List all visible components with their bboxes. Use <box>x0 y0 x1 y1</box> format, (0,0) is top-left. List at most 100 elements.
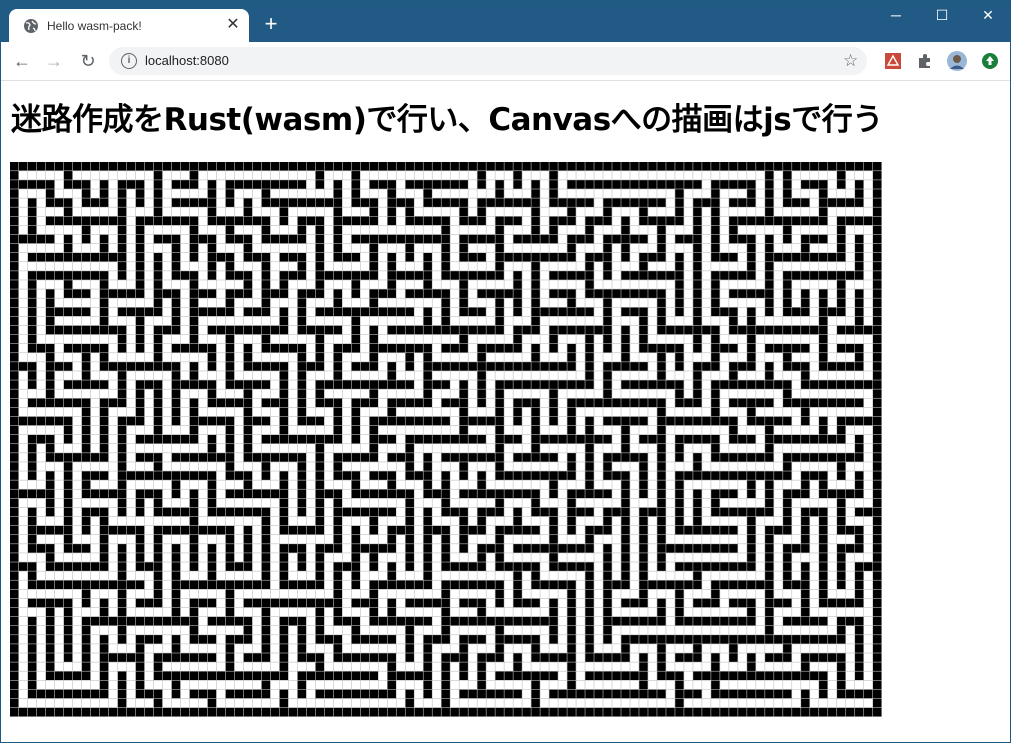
maze-wall-cell <box>693 434 702 444</box>
maze-path-cell <box>126 589 136 599</box>
maze-path-cell <box>180 307 190 317</box>
maze-path-cell <box>711 553 720 562</box>
maze-path-cell <box>153 516 163 526</box>
maze-wall-cell <box>396 416 405 426</box>
pdf-extension-icon[interactable] <box>884 52 902 70</box>
maze-wall-cell <box>801 216 810 226</box>
maze-wall-cell <box>819 362 828 371</box>
extensions-puzzle-icon[interactable] <box>916 52 934 70</box>
maze-path-cell <box>36 198 46 207</box>
maze-wall-cell <box>10 434 19 444</box>
maze-path-cell <box>864 607 873 617</box>
maze-path-cell <box>468 243 477 253</box>
maze-path-cell <box>63 553 73 562</box>
maze-path-cell <box>81 243 91 253</box>
profile-avatar[interactable] <box>947 51 967 71</box>
maze-wall-cell <box>666 271 675 280</box>
maze-path-cell <box>864 298 873 307</box>
maze-path-cell <box>54 498 64 508</box>
maze-wall-cell <box>135 189 145 198</box>
maze-wall-cell <box>369 434 378 444</box>
maze-wall-cell <box>576 380 585 389</box>
maze-wall-cell <box>873 225 882 235</box>
maze-wall-cell <box>693 316 702 326</box>
maze-wall-cell <box>27 216 37 226</box>
minimize-button[interactable]: ─ <box>873 5 919 25</box>
maze-wall-cell <box>639 325 648 335</box>
back-button[interactable]: ← <box>11 50 33 72</box>
maze-wall-cell <box>468 616 477 626</box>
close-window-button[interactable]: ✕ <box>965 5 1011 25</box>
address-bar[interactable]: i localhost:8080 ☆ <box>109 47 867 75</box>
maze-path-cell <box>18 407 28 417</box>
maze-path-cell <box>558 462 567 471</box>
maze-wall-cell <box>873 616 882 626</box>
maze-path-cell <box>522 180 531 189</box>
maze-wall-cell <box>567 198 576 207</box>
maze-wall-cell <box>621 243 630 253</box>
url-text[interactable]: localhost:8080 <box>145 53 229 68</box>
maze-wall-cell <box>495 307 504 317</box>
maze-path-cell <box>180 262 190 271</box>
maze-path-cell <box>594 271 603 280</box>
maze-path-cell <box>522 434 531 444</box>
forward-button[interactable]: → <box>43 50 65 72</box>
maze-wall-cell <box>333 207 343 216</box>
maze-path-cell <box>90 243 100 253</box>
maze-wall-cell <box>198 289 208 298</box>
maze-wall-cell <box>639 525 648 535</box>
new-tab-button[interactable]: + <box>261 13 281 35</box>
maze-path-cell <box>72 444 82 453</box>
maze-wall-cell <box>171 453 181 462</box>
maximize-button[interactable]: ☐ <box>919 5 965 25</box>
maze-wall-cell <box>99 489 109 499</box>
maze-wall-cell <box>513 362 522 371</box>
maze-path-cell <box>486 371 495 380</box>
maze-path-cell <box>234 453 244 462</box>
maze-wall-cell <box>549 289 558 298</box>
maze-path-cell <box>774 489 783 499</box>
maze-wall-cell <box>639 416 648 426</box>
maze-path-cell <box>414 607 423 617</box>
maze-wall-cell <box>801 562 810 571</box>
maze-path-cell <box>594 171 603 180</box>
maze-path-cell <box>621 280 630 289</box>
update-icon[interactable] <box>981 52 999 70</box>
maze-wall-cell <box>117 271 127 280</box>
maze-path-cell <box>18 198 28 207</box>
maze-wall-cell <box>621 580 630 590</box>
info-icon[interactable]: i <box>121 53 137 69</box>
maze-wall-cell <box>324 398 334 408</box>
maze-wall-cell <box>351 162 360 171</box>
maze-path-cell <box>432 607 441 617</box>
maze-wall-cell <box>495 471 504 480</box>
maze-path-cell <box>207 298 217 307</box>
browser-tab[interactable]: Hello wasm-pack! ✕ <box>9 9 249 42</box>
maze-wall-cell <box>513 162 522 171</box>
maze-wall-cell <box>423 416 432 426</box>
maze-wall-cell <box>225 371 235 380</box>
maze-path-cell <box>720 516 729 526</box>
maze-wall-cell <box>531 453 540 462</box>
maze-path-cell <box>54 234 64 244</box>
maze-path-cell <box>522 425 531 435</box>
maze-path-cell <box>720 589 729 599</box>
reload-button[interactable]: ↻ <box>77 50 99 72</box>
maze-path-cell <box>558 389 567 398</box>
maze-path-cell <box>549 316 558 326</box>
bookmark-star-icon[interactable]: ☆ <box>843 51 858 71</box>
maze-wall-cell <box>495 262 504 271</box>
maze-wall-cell <box>333 325 343 335</box>
maze-path-cell <box>549 425 558 435</box>
maze-wall-cell <box>261 598 271 608</box>
maze-wall-cell <box>810 216 819 226</box>
maze-wall-cell <box>495 444 504 453</box>
maze-path-cell <box>531 535 540 544</box>
maze-path-cell <box>450 316 459 326</box>
close-tab-icon[interactable]: ✕ <box>225 17 241 33</box>
maze-wall-cell <box>243 525 253 535</box>
maze-wall-cell <box>765 198 774 207</box>
maze-path-cell <box>234 262 244 271</box>
maze-path-cell <box>360 325 369 335</box>
maze-wall-cell <box>126 289 136 298</box>
